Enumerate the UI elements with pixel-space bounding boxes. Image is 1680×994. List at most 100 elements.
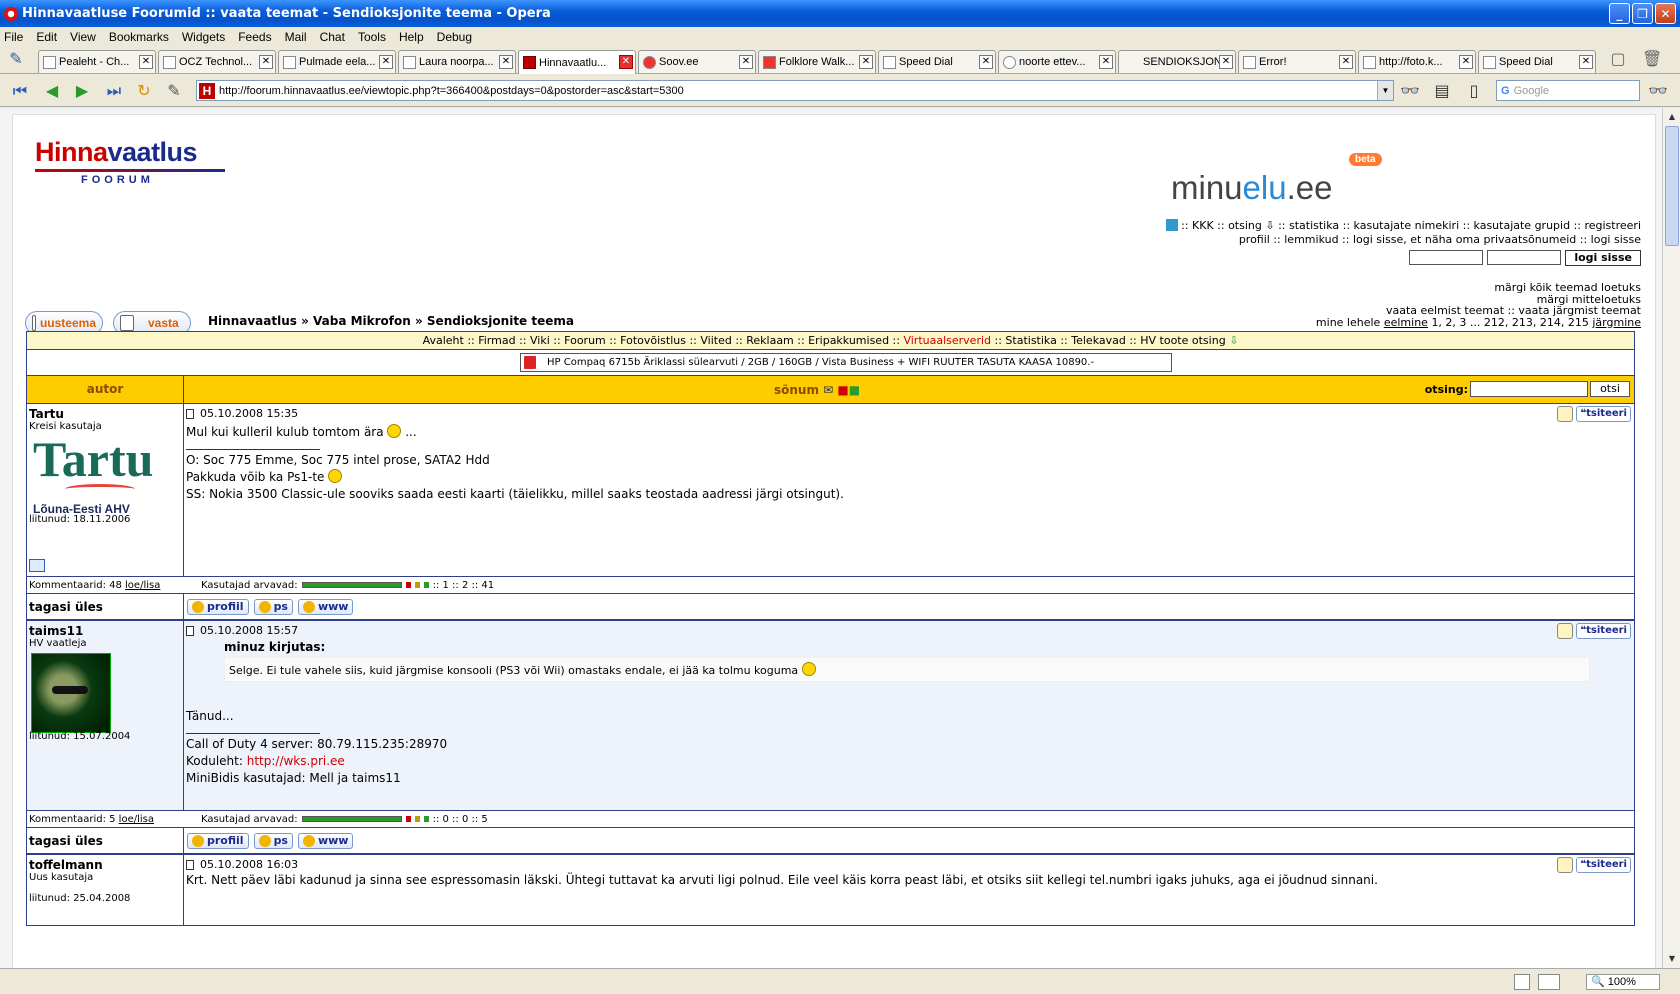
back-to-top-link[interactable]: tagasi üles [27,828,184,853]
report-icon[interactable] [1557,406,1574,422]
www-button[interactable]: www [297,598,354,615]
comments-link[interactable]: loe/lisa [119,814,154,825]
panels-icon[interactable]: ✎ [6,49,26,69]
top-links-line-2[interactable]: profiil :: lemmikud :: logi sisse, et nä… [1166,233,1641,247]
flag-icon-2[interactable]: ■ [849,383,860,397]
minimize-button[interactable]: _ [1609,3,1630,24]
report-icon[interactable] [1557,623,1574,639]
tab-folklore[interactable]: Folklore Walk... ✕ [758,50,876,73]
close-window-button[interactable]: ✕ [1655,3,1676,24]
address-bar[interactable]: H http://foorum.hinnavaatlus.ee/viewtopi… [196,80,1394,101]
tab-speed-dial-1[interactable]: Speed Dial ✕ [878,50,996,73]
menu-mail[interactable]: Mail [285,30,307,44]
tab-close-icon[interactable]: ✕ [379,55,393,69]
comments-link[interactable]: loe/lisa [125,580,160,591]
pm-button[interactable]: ps [253,832,293,849]
menu-bookmarks[interactable]: Bookmarks [109,30,169,44]
tab-close-icon[interactable]: ✕ [1339,55,1353,69]
post-author-name[interactable]: taims11 [29,624,181,638]
post-author-name[interactable]: Tartu [29,407,181,421]
username-input[interactable] [1409,250,1484,265]
tab-soov[interactable]: Soov.ee ✕ [638,50,756,73]
tab-close-icon[interactable]: ✕ [739,55,753,69]
site-links[interactable]: Avaleht :: Firmad :: Viki :: Foorum :: F… [423,334,904,347]
rss-icon[interactable] [1165,219,1178,231]
ad-banner[interactable]: HP Compaq 6715b Äriklassi sülearvuti / 2… [520,353,1172,372]
new-tab-icon[interactable]: ▢ [1608,49,1628,69]
back-to-top-link[interactable]: tagasi üles [27,594,184,619]
restore-button[interactable]: ❐ [1632,3,1653,24]
menu-edit[interactable]: Edit [36,30,57,44]
pagination-next[interactable]: järgmine [1592,316,1641,329]
tab-close-icon[interactable]: ✕ [499,55,513,69]
journal-icon[interactable] [29,559,45,572]
topic-search-button[interactable]: otsi [1590,381,1630,397]
zoom-control[interactable]: 🔍 100% [1586,974,1660,990]
minuelu-banner[interactable]: minuelu.ee beta [1171,153,1382,207]
profile-button[interactable]: profiil [187,598,249,615]
search-box[interactable]: G Google [1496,80,1640,101]
post-author-name[interactable]: toffelmann [29,858,181,872]
tab-close-icon[interactable]: ✕ [1219,55,1233,69]
tab-close-icon[interactable]: ✕ [1459,55,1473,69]
tab-foto[interactable]: http://foto.k... ✕ [1358,50,1476,73]
password-input[interactable] [1487,250,1562,265]
forward-icon[interactable]: ▶ [72,81,92,101]
scroll-down-icon[interactable]: ▼ [1665,952,1679,966]
tab-close-icon[interactable]: ✕ [979,55,993,69]
report-icon[interactable] [1557,857,1574,873]
envelope-icon[interactable]: ✉ [823,383,833,397]
zoom-glasses-icon[interactable]: 👓 [1648,81,1668,101]
tab-close-icon[interactable]: ✕ [859,55,873,69]
tab-pulmade[interactable]: Pulmade eela... ✕ [278,50,396,73]
www-button[interactable]: www [297,832,354,849]
site-links-tail[interactable]: :: Statistika :: Telekavad :: HV toote o… [991,334,1226,347]
panel-toggle-icon[interactable] [1514,974,1530,990]
rewind-icon[interactable]: ⏮ [10,81,30,101]
pagination-prev[interactable]: eelmine [1384,316,1428,329]
mark-all-read-link[interactable]: märgi kõik teemad loetuks [1316,282,1641,294]
back-icon[interactable]: ◀ [42,81,62,101]
menu-debug[interactable]: Debug [437,30,472,44]
hinnavaatlus-logo[interactable]: Hinnavaatlus FOORUM [35,137,225,186]
flag-icon[interactable]: ■ [837,383,848,397]
top-links-line-1[interactable]: :: KKK :: otsing ⇩ :: statistika :: kasu… [1178,219,1641,232]
vertical-scrollbar[interactable]: ▲ ▼ [1662,108,1680,968]
edit-icon[interactable]: ✎ [164,81,184,101]
tab-laura[interactable]: Laura noorpa... ✕ [398,50,516,73]
reload-icon[interactable]: ↻ [134,81,154,101]
quote-button[interactable]: ❝tsiteeri [1576,623,1631,639]
trash-icon[interactable]: 🗑 [1642,49,1662,69]
pm-button[interactable]: ps [253,598,293,615]
notes-icon[interactable]: ▯ [1464,81,1484,101]
menu-file[interactable]: File [4,30,23,44]
tab-speed-dial-2[interactable]: Speed Dial ✕ [1478,50,1596,73]
scroll-up-icon[interactable]: ▲ [1665,110,1679,124]
homepage-link[interactable]: http://wks.pri.ee [247,754,345,768]
tab-close-icon[interactable]: ✕ [259,55,273,69]
tab-ocz[interactable]: OCZ Technol... ✕ [158,50,276,73]
tab-hinnavaatlus[interactable]: Hinnavaatlu... ✕ [518,50,636,74]
address-dropdown-icon[interactable]: ▼ [1377,81,1393,100]
menu-help[interactable]: Help [399,30,424,44]
profile-button[interactable]: profiil [187,832,249,849]
fast-forward-icon[interactable]: ⏭ [104,81,124,101]
menu-chat[interactable]: Chat [320,30,345,44]
quote-button[interactable]: ❝tsiteeri [1576,857,1631,873]
virtuaalserverid-link[interactable]: Virtuaalserverid [903,334,991,347]
tab-noorte[interactable]: noorte ettev... ✕ [998,50,1116,73]
menu-tools[interactable]: Tools [358,30,386,44]
pagination-pages[interactable]: 1, 2, 3 ... 212, 213, 214, 215 [1431,316,1588,329]
tab-close-icon[interactable]: ✕ [1099,55,1113,69]
breadcrumb[interactable]: Hinnavaatlus » Vaba Mikrofon » Sendioksj… [208,314,574,328]
tab-close-icon[interactable]: ✕ [139,55,153,69]
scrollbar-thumb[interactable] [1665,126,1679,246]
menu-feeds[interactable]: Feeds [238,30,271,44]
topic-search-input[interactable] [1470,381,1588,397]
tab-pealeht[interactable]: Pealeht - Ch... ✕ [38,50,156,73]
menu-widgets[interactable]: Widgets [182,30,225,44]
tab-sendioksjon[interactable]: SENDIOKSJON ✕ [1118,50,1236,73]
glasses-icon[interactable]: 👓 [1400,81,1420,101]
tab-close-icon[interactable]: ✕ [1579,55,1593,69]
login-button[interactable]: logi sisse [1565,250,1641,266]
